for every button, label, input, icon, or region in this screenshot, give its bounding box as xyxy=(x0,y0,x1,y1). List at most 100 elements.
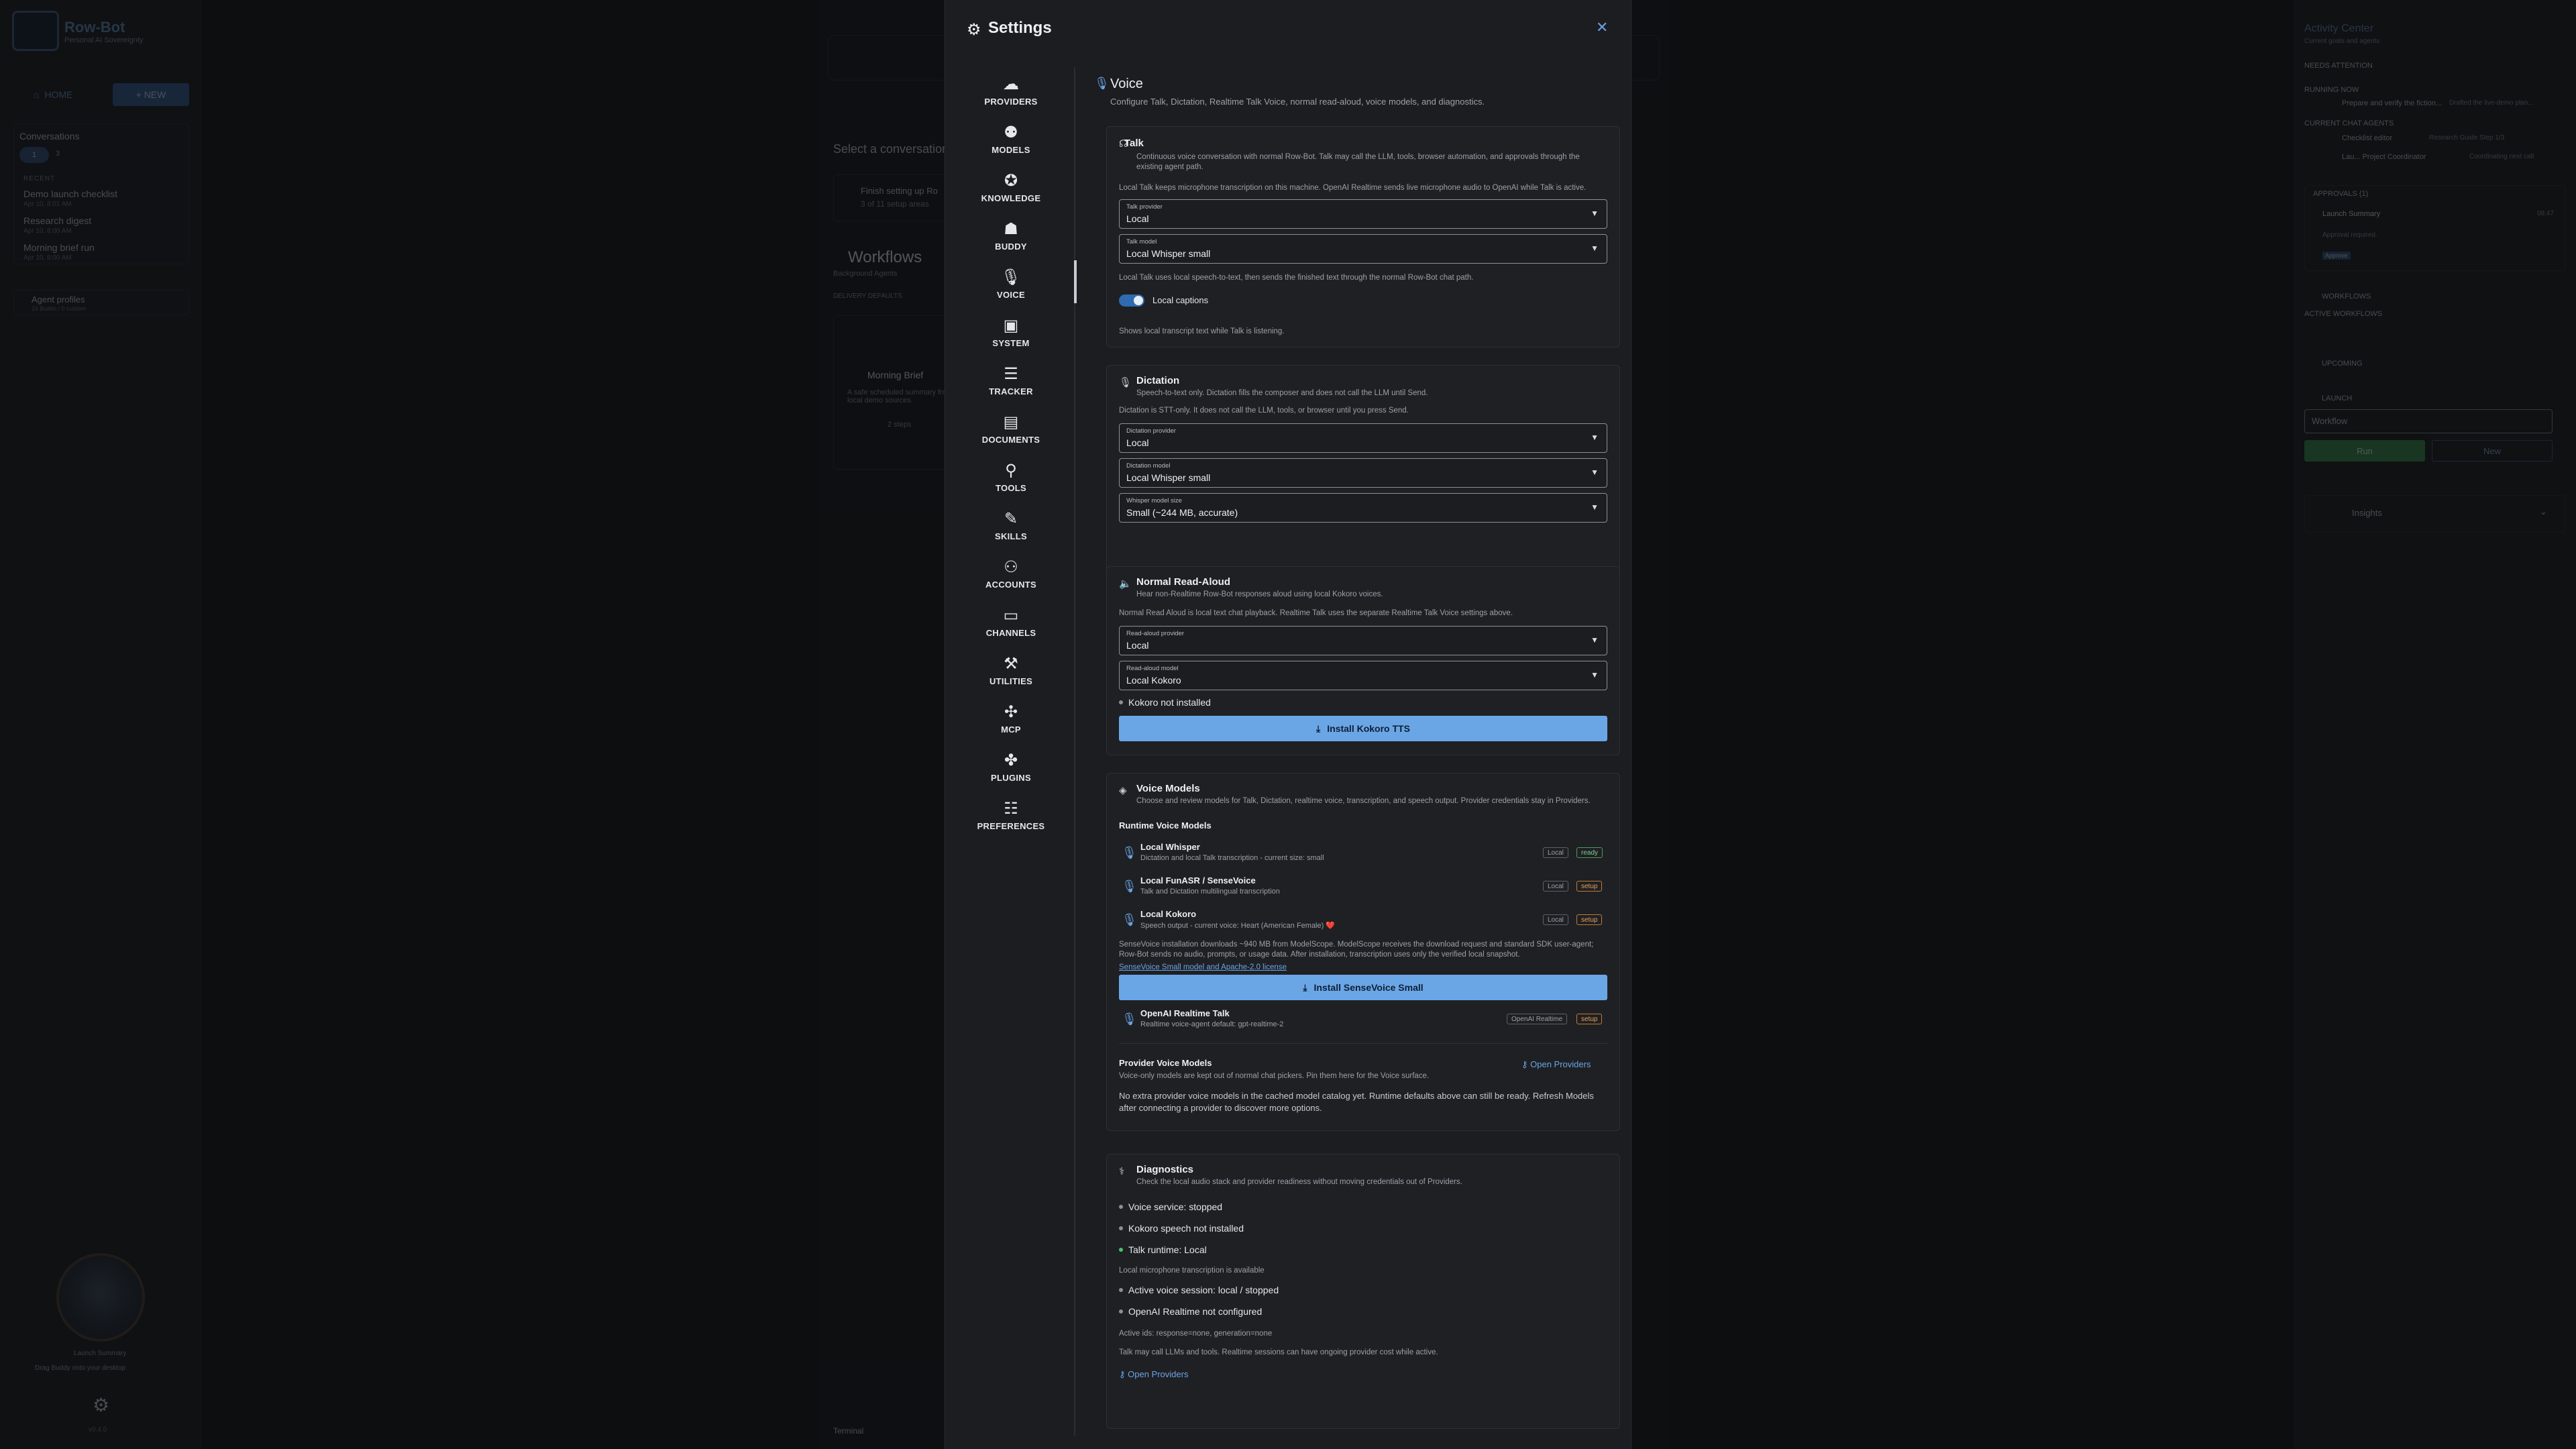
approval-title[interactable]: Launch Summary xyxy=(2322,210,2380,218)
agent-profiles-card[interactable]: Agent profiles 16 Builtin / 0 custom xyxy=(13,290,189,315)
approvals-label: APPROVALS (1) xyxy=(2313,190,2369,198)
sliders-icon: ☷ xyxy=(1004,799,1018,818)
agent-item[interactable]: Lau... Project Coordinator xyxy=(2342,153,2426,161)
voice-settings: 🎙 Voice Configure Talk, Dictation, Realt… xyxy=(1093,67,1623,1436)
waveform-icon: ◈ xyxy=(1119,785,1127,796)
nav-preferences[interactable]: ☷ PREFERENCES xyxy=(945,792,1077,840)
read-aloud-provider-select[interactable]: Read-aloud provider Local ▼ xyxy=(1119,626,1607,655)
open-providers-link[interactable]: ⚷ Open Providers xyxy=(1521,1059,1591,1070)
sensevoice-license-link[interactable]: SenseVoice Small model and Apache-2.0 li… xyxy=(1119,963,1609,973)
conversation-filter-chip[interactable]: 1 xyxy=(19,147,49,163)
voice-model-row: 🎙 OpenAI Realtime Talk Realtime voice-ag… xyxy=(1119,1007,1609,1038)
nav-channels[interactable]: ▭ CHANNELS xyxy=(945,598,1077,647)
microphone-icon: 🎙 xyxy=(1122,879,1137,893)
insights-label: Insights xyxy=(2352,508,2382,518)
nav-plugins[interactable]: ✤ PLUGINS xyxy=(945,743,1077,792)
caret-down-icon: ▼ xyxy=(1591,635,1599,645)
activity-title: Activity Center xyxy=(2304,23,2374,34)
delivery-defaults-label: DELIVERY DEFAULTS xyxy=(833,292,902,300)
nav-tracker[interactable]: ☰ TRACKER xyxy=(945,357,1077,405)
setup-sub: 3 of 11 setup areas xyxy=(861,199,929,209)
provider-badge: OpenAI Realtime xyxy=(1507,1014,1568,1024)
status-dot xyxy=(1119,1248,1123,1252)
nav-models[interactable]: ⚉ MODELS xyxy=(945,115,1077,164)
nav-tools[interactable]: ⚲ TOOLS xyxy=(945,453,1077,502)
divider xyxy=(1119,1043,1609,1044)
close-icon[interactable]: ✕ xyxy=(1596,19,1608,36)
new-workflow-button[interactable]: New xyxy=(2432,440,2553,462)
nav-providers[interactable]: ☁ PROVIDERS xyxy=(945,67,1077,115)
voice-models-title: Voice Models xyxy=(1136,783,1200,794)
settings-gear-icon[interactable]: ⚙ xyxy=(93,1394,109,1416)
search-icon: ⚲ xyxy=(1005,461,1017,480)
caret-down-icon: ▼ xyxy=(1591,670,1599,680)
conversation-count-chip[interactable]: 3 xyxy=(56,150,60,158)
diag-line: OpenAI Realtime not configured xyxy=(1119,1306,1262,1317)
active-workflows-label: ACTIVE WORKFLOWS xyxy=(2304,310,2383,318)
new-button[interactable]: + NEW xyxy=(113,83,189,106)
caret-down-icon: ▼ xyxy=(1591,468,1599,477)
upcoming-label: UPCOMING xyxy=(2322,360,2363,368)
caret-down-icon: ▼ xyxy=(1591,244,1599,253)
read-aloud-model-select[interactable]: Read-aloud model Local Kokoro ▼ xyxy=(1119,661,1607,690)
diag-line: Voice service: stopped xyxy=(1119,1201,1222,1212)
app-version: v0.4.0 xyxy=(89,1426,107,1434)
talk-provider-select[interactable]: Talk provider Local ▼ xyxy=(1119,199,1607,229)
status-dot xyxy=(1119,1309,1123,1313)
status-badge: setup xyxy=(1576,1014,1603,1024)
agent-profiles-sub: 16 Builtin / 0 custom xyxy=(32,305,87,312)
dictation-model-select[interactable]: Dictation model Local Whisper small ▼ xyxy=(1119,458,1607,488)
nav-utilities[interactable]: ⚒ UTILITIES xyxy=(945,647,1077,695)
status-dot xyxy=(1119,1226,1123,1230)
launch-select[interactable]: Workflow xyxy=(2304,409,2553,433)
home-button[interactable]: ⌂ HOME xyxy=(24,83,91,106)
install-kokoro-button[interactable]: ⤓ Install Kokoro TTS xyxy=(1119,716,1607,741)
conversation-item[interactable]: Morning brief run xyxy=(23,242,95,253)
conversation-item[interactable]: Demo launch checklist xyxy=(23,189,117,199)
approval-body: Approval required. xyxy=(2322,231,2377,239)
open-providers-link[interactable]: ⚷ Open Providers xyxy=(1119,1369,1188,1380)
whisper-size-select[interactable]: Whisper model size Small (~244 MB, accur… xyxy=(1119,493,1607,523)
status-badge: setup xyxy=(1576,881,1603,892)
local-captions-toggle[interactable] xyxy=(1119,294,1144,307)
setup-title: Finish setting up Ro xyxy=(861,186,938,196)
insights-card[interactable]: Insights ⌄ xyxy=(2304,495,2566,533)
buddy-icon: ☗ xyxy=(1004,219,1018,238)
nav-buddy[interactable]: ☗ BUDDY xyxy=(945,212,1077,260)
key-icon: ⚷ xyxy=(1521,1059,1531,1069)
diagnostics-card: ⚕ Diagnostics Check the local audio stac… xyxy=(1106,1154,1620,1429)
wrench-icon: ⚒ xyxy=(1004,654,1018,673)
approve-button[interactable]: Approve xyxy=(2322,252,2351,260)
read-aloud-card: 🔈 Normal Read-Aloud Hear non-Realtime Ro… xyxy=(1106,566,1620,755)
dictation-provider-select[interactable]: Dictation provider Local ▼ xyxy=(1119,423,1607,453)
install-sensevoice-button[interactable]: ⤓ Install SenseVoice Small xyxy=(1119,975,1607,1000)
running-item[interactable]: Prepare and verify the fiction... xyxy=(2342,99,2442,107)
caret-down-icon: ▼ xyxy=(1591,502,1599,512)
chevron-down-icon: ⌄ xyxy=(2540,506,2547,517)
runtime-voice-models-title: Runtime Voice Models xyxy=(1119,820,1212,830)
buddy-avatar[interactable] xyxy=(56,1253,145,1342)
terminal-tab[interactable]: Terminal xyxy=(833,1426,863,1436)
diagnostics-title: Diagnostics xyxy=(1136,1164,1194,1175)
activity-panel: Activity Center Current goals and agents… xyxy=(2294,0,2576,1449)
run-button[interactable]: Run xyxy=(2304,440,2425,462)
nav-knowledge[interactable]: ✪ KNOWLEDGE xyxy=(945,164,1077,212)
nav-mcp[interactable]: ✣ MCP xyxy=(945,695,1077,743)
diag-line: Talk runtime: Local xyxy=(1119,1244,1207,1255)
voice-models-desc: Choose and review models for Talk, Dicta… xyxy=(1136,797,1591,805)
nav-documents[interactable]: ▤ DOCUMENTS xyxy=(945,405,1077,453)
needs-attention-label: NEEDS ATTENTION xyxy=(2304,62,2373,70)
agent-item[interactable]: Checklist editor xyxy=(2342,134,2392,142)
status-badge: ready xyxy=(1576,847,1603,858)
nav-skills[interactable]: ✎ SKILLS xyxy=(945,502,1077,550)
settings-title: Settings xyxy=(988,19,1052,37)
talk-desc: Continuous voice conversation with norma… xyxy=(1136,153,1580,171)
nav-accounts[interactable]: ⚇ ACCOUNTS xyxy=(945,550,1077,598)
talk-model-select[interactable]: Talk model Local Whisper small ▼ xyxy=(1119,234,1607,264)
nav-system[interactable]: ▣ SYSTEM xyxy=(945,309,1077,357)
checklist-icon: ☰ xyxy=(1004,364,1018,383)
conversation-item[interactable]: Research digest xyxy=(23,215,91,226)
nav-voice[interactable]: 🎙 VOICE xyxy=(945,260,1077,309)
talk-note: Local Talk keeps microphone transcriptio… xyxy=(1119,184,1587,192)
conversation-date: Apr 10, 8:00 AM xyxy=(23,254,72,262)
